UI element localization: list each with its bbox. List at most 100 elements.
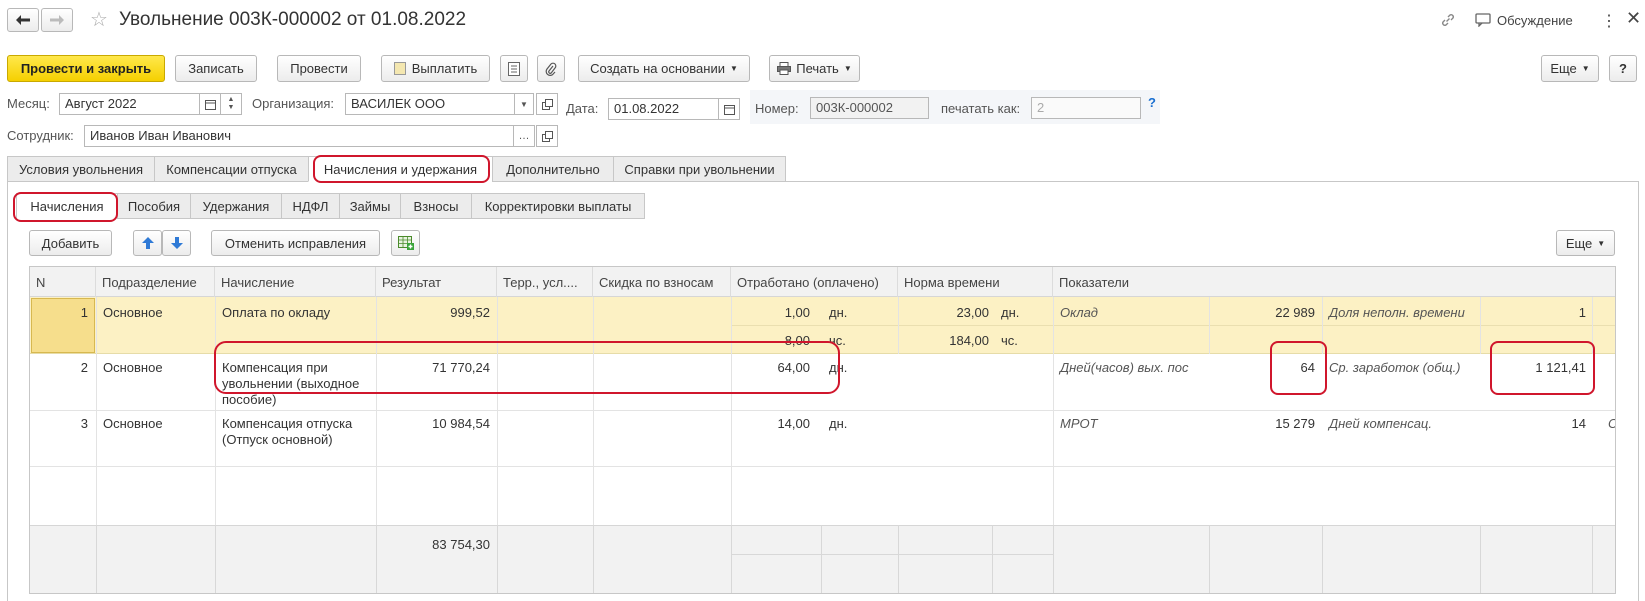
row2-n: 2 xyxy=(80,360,88,375)
post-and-close-button[interactable]: Провести и закрыть xyxy=(7,55,165,82)
help-button[interactable]: ? xyxy=(1609,55,1637,82)
row1-accrual: Оплата по окладу xyxy=(222,305,331,320)
subtab-ndfl[interactable]: НДФЛ xyxy=(281,193,340,219)
tab-additional[interactable]: Дополнительно xyxy=(492,156,614,182)
print-as-field[interactable]: 2 xyxy=(1031,97,1141,119)
journal-button[interactable] xyxy=(500,55,528,82)
add-table-button[interactable] xyxy=(391,230,420,256)
date-calendar-button[interactable] xyxy=(718,98,740,120)
month-field[interactable]: Август 2022 xyxy=(59,93,200,115)
footer-separator xyxy=(1209,525,1210,593)
pay-button[interactable]: Выплатить xyxy=(381,55,490,82)
organization-field[interactable]: ВАСИЛЕК ООО xyxy=(345,93,516,115)
move-up-button[interactable] xyxy=(133,230,162,256)
favorite-star-icon[interactable]: ☆ xyxy=(90,10,108,30)
col-header-worked[interactable]: Отработано (оплачено) xyxy=(731,267,898,297)
calendar-button[interactable] xyxy=(199,93,221,115)
close-icon[interactable]: ✕ xyxy=(1626,8,1641,29)
tab-accruals-deductions[interactable]: Начисления и удержания xyxy=(308,156,493,182)
footer-separator xyxy=(497,525,498,593)
col-header-accrual[interactable]: Начисление xyxy=(215,267,376,297)
footer-separator xyxy=(821,525,822,593)
month-stepper[interactable]: ▲ ▼ xyxy=(220,93,242,115)
table-more-button[interactable]: Еще ▼ xyxy=(1556,230,1615,256)
more-button[interactable]: Еще ▼ xyxy=(1541,55,1599,82)
col-header-territory[interactable]: Терр., усл.... xyxy=(497,267,593,297)
row3-n: 3 xyxy=(80,416,88,431)
footer-separator xyxy=(593,525,594,593)
col-header-discount[interactable]: Скидка по взносам xyxy=(593,267,731,297)
row3-indicator1-value: 15 279 xyxy=(1275,416,1315,431)
row1-subline xyxy=(731,325,1615,326)
subtab-deductions[interactable]: Удержания xyxy=(190,193,282,219)
more-label: Еще xyxy=(1550,61,1577,76)
footer-separator xyxy=(376,525,377,593)
stepper-up-icon: ▲ xyxy=(227,96,235,103)
tab-dismissal-conditions[interactable]: Условия увольнения xyxy=(7,156,155,182)
row-separator xyxy=(30,466,1615,467)
organization-dropdown-button[interactable]: ▼ xyxy=(514,93,534,115)
row2-accrual-line1: Компенсация при xyxy=(222,360,328,375)
discussion-icon[interactable] xyxy=(1475,13,1491,30)
subtab-payment-adjustments[interactable]: Корректировки выплаты xyxy=(471,193,645,219)
col-header-time-norm[interactable]: Норма времени xyxy=(898,267,1053,297)
row1-norm-days: 23,00 xyxy=(956,305,989,320)
employee-select-button[interactable]: … xyxy=(513,125,535,147)
row1-indicator2-name: Доля неполн. времени xyxy=(1329,305,1465,320)
row2-accrual-line2: увольнении (выходное xyxy=(222,376,360,391)
subtab-contributions[interactable]: Взносы xyxy=(400,193,472,219)
col-separator xyxy=(1322,297,1323,354)
col-header-result[interactable]: Результат xyxy=(376,267,497,297)
row3-department: Основное xyxy=(103,416,163,431)
link-icon[interactable] xyxy=(1440,12,1456,31)
arrow-up-icon xyxy=(141,237,154,249)
attachments-button[interactable] xyxy=(537,55,565,82)
row1-indicator2-value: 1 xyxy=(1578,305,1586,320)
cancel-corrections-button[interactable]: Отменить исправления xyxy=(211,230,380,256)
tab-vacation-compensation[interactable]: Компенсации отпуска xyxy=(154,156,309,182)
col-header-n[interactable]: N xyxy=(30,267,96,297)
back-button[interactable] xyxy=(7,8,39,32)
dropdown-arrow-icon: ▼ xyxy=(1581,64,1590,73)
row3-indicator1-name: МРОТ xyxy=(1060,416,1098,431)
print-as-help-link[interactable]: ? xyxy=(1148,95,1156,110)
employee-open-button[interactable] xyxy=(536,125,558,147)
more-vertical-icon[interactable]: ⋮ xyxy=(1601,11,1617,31)
footer-separator xyxy=(1480,525,1481,593)
subtab-benefits[interactable]: Пособия xyxy=(117,193,191,219)
footer-separator xyxy=(96,525,97,593)
row2-indicator2-value: 1 121,41 xyxy=(1535,360,1586,375)
employee-field[interactable]: Иванов Иван Иванович xyxy=(84,125,514,147)
organization-open-button[interactable] xyxy=(536,93,558,115)
create-based-on-button[interactable]: Создать на основании ▼ xyxy=(578,55,750,82)
forward-button[interactable] xyxy=(41,8,73,32)
add-button[interactable]: Добавить xyxy=(29,230,112,256)
row1-worked-days-unit: дн. xyxy=(829,305,848,320)
move-down-button[interactable] xyxy=(162,230,191,256)
subtab-loans[interactable]: Займы xyxy=(339,193,401,219)
post-button[interactable]: Провести xyxy=(277,55,361,82)
dropdown-arrow-icon: ▼ xyxy=(843,64,852,73)
footer-separator xyxy=(215,525,216,593)
row3-indicator2-name: Дней компенсац. xyxy=(1329,416,1432,431)
tab-dismissal-certificates[interactable]: Справки при увольнении xyxy=(613,156,786,182)
subtab-accruals[interactable]: Начисления xyxy=(16,193,118,219)
total-result: 83 754,30 xyxy=(432,537,490,552)
number-field[interactable]: 003К-000002 xyxy=(810,97,929,119)
row3-worked-days: 14,00 xyxy=(777,416,810,431)
save-button[interactable]: Записать xyxy=(175,55,257,82)
discussion-link[interactable]: Обсуждение xyxy=(1497,13,1573,28)
row2-indicator2-name: Ср. заработок (общ.) xyxy=(1329,360,1461,375)
dropdown-arrow-icon: ▼ xyxy=(520,99,528,109)
row1-indicator1-value: 22 989 xyxy=(1275,305,1315,320)
row1-worked-days: 1,00 xyxy=(784,305,810,320)
arrow-right-icon xyxy=(50,15,64,25)
row3-accrual-line2: (Отпуск основной) xyxy=(222,432,333,447)
page-title: Увольнение 003К-000002 от 01.08.2022 xyxy=(119,9,467,30)
row1-n: 1 xyxy=(80,305,88,320)
row-separator xyxy=(30,410,1615,411)
print-button[interactable]: Печать ▼ xyxy=(769,55,860,82)
date-field[interactable]: 01.08.2022 xyxy=(608,98,719,120)
col-header-indicators[interactable]: Показатели xyxy=(1053,267,1615,297)
col-header-department[interactable]: Подразделение xyxy=(96,267,215,297)
